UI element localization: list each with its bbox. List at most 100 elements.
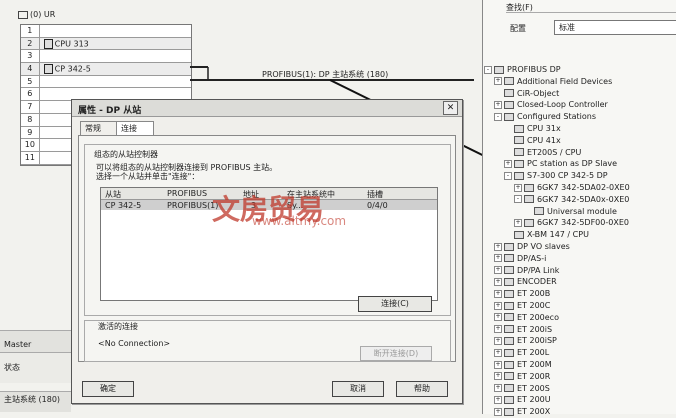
tree-item-label: CiR-Object: [517, 88, 560, 98]
tree-item-label: CPU 31x: [527, 124, 561, 133]
tree-item-label: ET 200iSP: [517, 336, 557, 346]
column-header[interactable]: 插槽: [367, 189, 383, 200]
tab-general[interactable]: 常规: [80, 121, 120, 135]
close-icon[interactable]: ✕: [443, 101, 458, 115]
folder-icon: [504, 313, 514, 322]
tree-item[interactable]: + ET 200R: [494, 371, 550, 383]
instruction-text: 选择一个从站并单击"连接"：: [96, 172, 200, 181]
expand-icon[interactable]: +: [494, 360, 502, 369]
expand-icon[interactable]: +: [494, 407, 502, 416]
expand-icon[interactable]: +: [494, 289, 502, 298]
tree-item-label: ET 200U: [517, 395, 551, 405]
folder-icon: [514, 136, 524, 145]
tree-item[interactable]: - 6GK7 342-5DA0x-0XE0: [514, 194, 629, 206]
profile-label: 配置: [510, 24, 526, 33]
tree-item[interactable]: + ET 200B: [494, 288, 550, 300]
tree-item[interactable]: X-BM 147 / CPU: [504, 229, 589, 241]
folder-icon: [504, 77, 514, 86]
tree-item[interactable]: + ET 200S: [494, 383, 550, 395]
tree-item[interactable]: CPU 41x: [504, 135, 561, 147]
help-button[interactable]: 帮助: [396, 381, 448, 397]
cell-profibus: PROFIBUS(1): [167, 201, 219, 210]
tree-item[interactable]: + ET 200C: [494, 300, 550, 312]
tree-item[interactable]: + PC station as DP Slave: [504, 158, 617, 170]
folder-icon: [504, 325, 514, 334]
folder-icon: [504, 372, 514, 381]
tree-item[interactable]: ET200S / CPU: [504, 147, 581, 159]
expand-icon[interactable]: +: [494, 242, 502, 251]
tree-item[interactable]: + ET 200eco: [494, 312, 559, 324]
folder-icon: [504, 289, 514, 298]
expand-icon[interactable]: +: [494, 77, 502, 86]
expand-icon[interactable]: +: [494, 266, 502, 275]
tree-item-label: ET 200M: [517, 360, 552, 369]
tree-item[interactable]: + DP VO slaves: [494, 241, 570, 253]
cell-slave: CP 342-5: [105, 201, 142, 210]
expand-icon[interactable]: +: [494, 336, 502, 345]
expand-icon[interactable]: +: [494, 348, 502, 357]
column-header[interactable]: 从站: [105, 189, 121, 200]
folder-icon: [514, 159, 524, 168]
tab-connection[interactable]: 连接: [116, 121, 154, 135]
watermark-url: www.altmy.com: [252, 214, 347, 228]
tree-item-label: Closed-Loop Controller: [517, 100, 608, 110]
folder-icon: [504, 336, 514, 345]
collapse-icon[interactable]: -: [504, 171, 512, 180]
tree-item[interactable]: + DP/AS-i: [494, 253, 546, 265]
column-header[interactable]: PROFIBUS: [167, 189, 207, 198]
expand-icon[interactable]: +: [494, 277, 502, 286]
folder-icon: [504, 384, 514, 393]
folder-icon: [504, 301, 514, 310]
tree-item[interactable]: - S7-300 CP 342-5 DP: [504, 170, 608, 182]
folder-icon: [494, 65, 504, 74]
collapse-icon[interactable]: -: [484, 65, 492, 74]
expand-icon[interactable]: +: [494, 395, 502, 404]
collapse-icon[interactable]: -: [514, 195, 522, 204]
tree-item[interactable]: CPU 31x: [504, 123, 561, 135]
expand-icon[interactable]: +: [494, 313, 502, 322]
tree-item[interactable]: + ET 200iS: [494, 324, 552, 336]
profile-select[interactable]: 标准: [554, 20, 676, 35]
tree-item[interactable]: + ET 200L: [494, 347, 549, 359]
disconnect-button[interactable]: 断开连接(D): [360, 346, 432, 361]
folder-icon: [504, 360, 514, 369]
tree-item[interactable]: + DP/PA Link: [494, 265, 559, 277]
master-system-label: 主站系统 (180): [4, 395, 61, 404]
tree-item[interactable]: + ET 200X: [494, 406, 550, 418]
expand-icon[interactable]: +: [514, 218, 522, 227]
tree-item-label: S7-300 CP 342-5 DP: [527, 171, 608, 181]
cancel-button[interactable]: 取消: [332, 381, 384, 397]
folder-icon: [524, 195, 534, 204]
folder-icon: [504, 348, 514, 357]
tree-item[interactable]: + Additional Field Devices: [494, 76, 612, 88]
expand-icon[interactable]: +: [494, 384, 502, 393]
tree-item[interactable]: - PROFIBUS DP: [484, 64, 561, 76]
tree-item-label: 6GK7 342-5DF00-0XE0: [537, 218, 629, 228]
tree-item[interactable]: - Configured Stations: [494, 111, 596, 123]
tree-item[interactable]: + Closed-Loop Controller: [494, 99, 608, 111]
expand-icon[interactable]: +: [504, 159, 512, 168]
group-title: 激活的连接: [96, 321, 140, 332]
tree-item[interactable]: + ET 200M: [494, 359, 552, 371]
expand-icon[interactable]: +: [494, 100, 502, 109]
ok-button[interactable]: 确定: [82, 381, 134, 397]
tree-item-label: DP VO slaves: [517, 242, 570, 251]
expand-icon[interactable]: +: [514, 183, 522, 192]
collapse-icon[interactable]: -: [494, 112, 502, 121]
tree-item-label: Additional Field Devices: [517, 76, 613, 86]
expand-icon[interactable]: +: [494, 254, 502, 263]
tree-item[interactable]: CiR-Object: [494, 88, 559, 100]
tree-item[interactable]: + ET 200U: [494, 394, 551, 406]
folder-icon: [514, 230, 524, 239]
tree-item-label: ET200S / CPU: [527, 147, 582, 157]
tree-item[interactable]: + ENCODER: [494, 276, 557, 288]
tree-item[interactable]: +6GK7 342-5DA02-0XE0: [514, 182, 630, 194]
expand-icon[interactable]: +: [494, 325, 502, 334]
tree-item-label: ET 200eco: [517, 312, 559, 322]
expand-icon[interactable]: +: [494, 372, 502, 381]
expand-icon[interactable]: +: [494, 301, 502, 310]
tree-item[interactable]: +6GK7 342-5DF00-0XE0: [514, 217, 629, 229]
tree-item[interactable]: Universal module: [524, 206, 617, 218]
tree-item[interactable]: + ET 200iSP: [494, 335, 557, 347]
connect-button[interactable]: 连接(C): [358, 296, 432, 312]
